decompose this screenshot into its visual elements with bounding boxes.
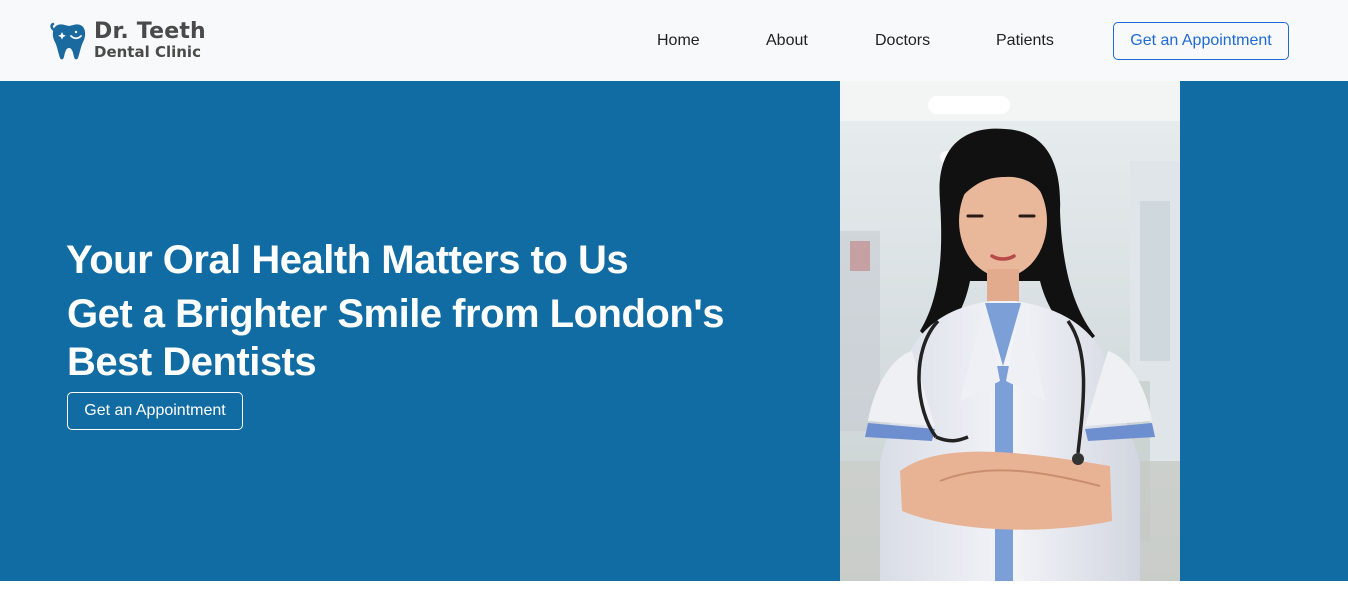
- nav-link-about[interactable]: About: [766, 30, 808, 52]
- brand-title: Dr. Teeth: [94, 18, 206, 44]
- tooth-icon: [50, 22, 86, 60]
- nav-link-home[interactable]: Home: [657, 30, 700, 52]
- nav-link-patients[interactable]: Patients: [996, 30, 1054, 52]
- brand-subtitle: Dental Clinic: [94, 42, 201, 61]
- brand-logo-link[interactable]: Dr. Teeth Dental Clinic: [50, 18, 206, 62]
- doctor-portrait-illustration: [840, 81, 1180, 581]
- brand-text: Dr. Teeth Dental Clinic: [94, 18, 206, 61]
- nav-link-doctors[interactable]: Doctors: [875, 30, 930, 52]
- page-bottom-edge: [0, 581, 1348, 602]
- hero-heading: Your Oral Health Matters to Us: [66, 238, 629, 282]
- navbar: Dr. Teeth Dental Clinic Home About Docto…: [0, 0, 1348, 81]
- nav-appointment-button[interactable]: Get an Appointment: [1113, 22, 1289, 60]
- doctor-portrait: [840, 81, 1180, 581]
- hero-subheading: Get a Brighter Smile from London's Best …: [67, 292, 725, 384]
- hero-appointment-button[interactable]: Get an Appointment: [67, 392, 243, 430]
